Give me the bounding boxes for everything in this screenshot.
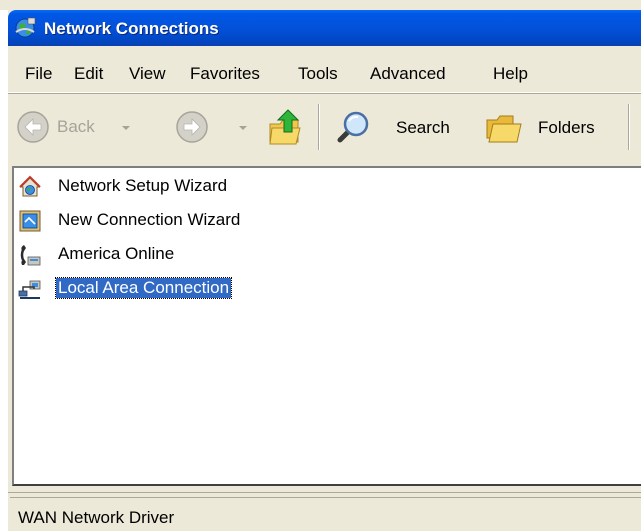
dialup-phone-icon bbox=[20, 245, 41, 266]
menu-bar: File Edit View Favorites Tools Advanced … bbox=[8, 54, 641, 93]
toolbar: Back Search Folders bbox=[8, 96, 641, 162]
network-setup-wizard-icon bbox=[19, 175, 41, 197]
item-label: Local Area Connection bbox=[54, 277, 233, 299]
folders-icon bbox=[486, 115, 522, 143]
search-button[interactable]: Search bbox=[330, 106, 470, 150]
item-label: Network Setup Wizard bbox=[58, 176, 228, 195]
status-bar: WAN Network Driver bbox=[8, 492, 641, 531]
menu-edit[interactable]: Edit bbox=[74, 64, 103, 84]
menu-file[interactable]: File bbox=[25, 64, 52, 84]
menu-tools[interactable]: Tools bbox=[298, 64, 338, 84]
status-panel: WAN Network Driver bbox=[10, 497, 641, 528]
lan-connection-icon bbox=[18, 280, 41, 299]
network-connections-window: Network Connections File Edit View Favor… bbox=[0, 0, 641, 531]
new-connection-wizard-icon bbox=[19, 210, 41, 232]
back-dropdown-arrow-icon bbox=[122, 126, 130, 130]
menu-help[interactable]: Help bbox=[493, 64, 528, 84]
folders-label: Folders bbox=[538, 118, 595, 137]
menu-view[interactable]: View bbox=[129, 64, 166, 84]
toolbar-separator bbox=[628, 104, 629, 150]
search-label: Search bbox=[396, 118, 450, 137]
folder-up-icon[interactable] bbox=[268, 108, 304, 146]
network-globe-icon bbox=[15, 17, 36, 38]
menu-favorites[interactable]: Favorites bbox=[190, 64, 260, 84]
forward-button[interactable] bbox=[148, 108, 210, 148]
status-text: WAN Network Driver bbox=[18, 508, 175, 527]
item-label: New Connection Wizard bbox=[58, 210, 241, 229]
title-bar[interactable]: Network Connections bbox=[8, 10, 641, 46]
magnifier-icon bbox=[337, 111, 369, 143]
folders-button[interactable]: Folders bbox=[483, 108, 619, 148]
toolbar-separator bbox=[318, 104, 319, 150]
window-title: Network Connections bbox=[44, 19, 219, 38]
menu-advanced[interactable]: Advanced bbox=[370, 64, 446, 84]
back-label: Back bbox=[57, 117, 95, 136]
menu-divider bbox=[8, 93, 641, 94]
item-label: America Online bbox=[58, 244, 175, 263]
back-button[interactable]: Back bbox=[12, 108, 142, 148]
forward-dropdown-arrow-icon[interactable] bbox=[238, 125, 248, 131]
forward-arrow-icon bbox=[176, 111, 208, 143]
desktop-edge bbox=[0, 10, 8, 531]
list-item-network-setup-wizard[interactable]: Network Setup Wizard bbox=[18, 172, 278, 202]
list-item-local-area-connection[interactable]: Local Area Connection bbox=[18, 274, 288, 304]
connections-list[interactable]: Network Setup Wizard New Connection Wiza… bbox=[12, 166, 641, 486]
back-arrow-icon bbox=[17, 111, 49, 143]
list-item-new-connection-wizard[interactable]: New Connection Wizard bbox=[18, 206, 298, 236]
list-item-america-online[interactable]: America Online bbox=[18, 240, 218, 270]
